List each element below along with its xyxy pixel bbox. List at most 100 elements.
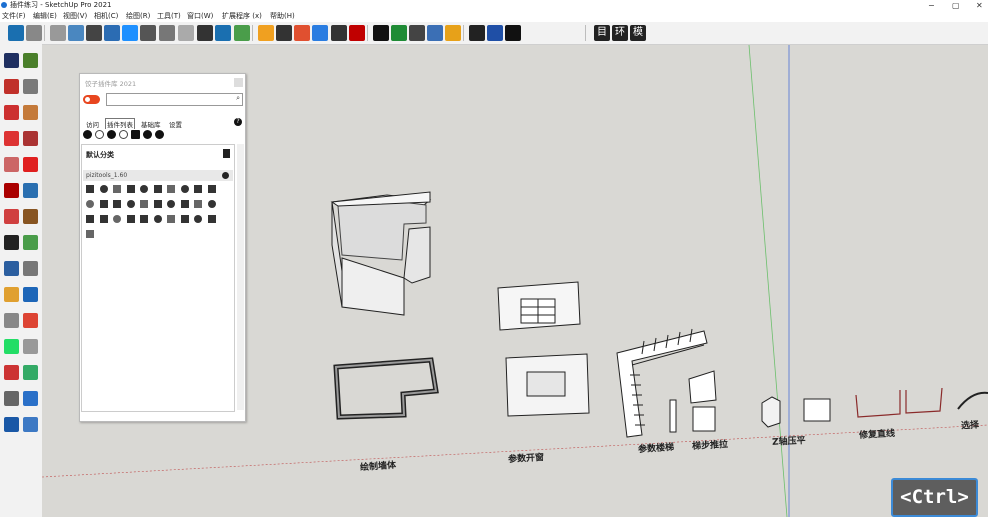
plugin-tool-icon[interactable] <box>194 215 202 223</box>
toolbar-tool-icon[interactable] <box>104 25 120 41</box>
plugin-tool-icon[interactable] <box>153 215 162 223</box>
toolbar-tool-icon[interactable] <box>197 25 213 41</box>
toolbar-text-button[interactable]: 目 <box>594 25 610 41</box>
toolbar-tool-icon[interactable] <box>26 25 42 41</box>
toolbar-tool-icon[interactable] <box>427 25 443 41</box>
close-button[interactable]: ✕ <box>976 0 983 11</box>
toolbar-tool-icon[interactable] <box>140 25 156 41</box>
left-tool-icon[interactable] <box>23 261 38 276</box>
plugin-tool-icon[interactable] <box>99 200 108 208</box>
toolbar-text-button[interactable]: 环 <box>612 25 628 41</box>
toolbar-tool-icon[interactable] <box>122 25 138 41</box>
left-tool-icon[interactable] <box>23 287 38 302</box>
toolbar-tool-icon[interactable] <box>86 25 102 41</box>
left-tool-icon[interactable] <box>4 105 19 120</box>
plugin-tool-icon[interactable] <box>126 200 135 208</box>
plugin-tool-icon[interactable] <box>99 215 108 223</box>
left-tool-icon[interactable] <box>4 131 19 146</box>
toolbar-tool-icon[interactable] <box>349 25 365 41</box>
left-tool-icon[interactable] <box>23 365 38 380</box>
tab-plugin-list[interactable]: 插件列表 <box>105 118 135 129</box>
maximize-button[interactable]: ▢ <box>952 0 960 11</box>
search-input[interactable]: ⌕ <box>106 93 243 106</box>
toolbar-tool-icon[interactable] <box>294 25 310 41</box>
info-icon[interactable] <box>155 130 164 139</box>
plugin-tool-icon[interactable] <box>86 215 94 223</box>
panel-close-button[interactable] <box>234 78 243 87</box>
add-icon[interactable] <box>83 130 92 139</box>
toolbar-tool-icon[interactable] <box>234 25 250 41</box>
left-tool-icon[interactable] <box>4 235 19 250</box>
menu-tools[interactable]: 工具(T) <box>157 11 181 22</box>
left-tool-icon[interactable] <box>4 313 19 328</box>
left-tool-icon[interactable] <box>23 157 38 172</box>
left-tool-icon[interactable] <box>4 417 19 432</box>
toolbar-tool-icon[interactable] <box>331 25 347 41</box>
toolbar-tool-icon[interactable] <box>50 25 66 41</box>
tab-settings[interactable]: 设置 <box>169 119 182 129</box>
plugin-tool-icon[interactable] <box>113 200 121 208</box>
toolbar-tool-icon[interactable] <box>469 25 485 41</box>
plugin-tool-icon[interactable] <box>153 200 162 208</box>
plugin-tool-icon[interactable] <box>99 185 108 193</box>
folder-icon[interactable] <box>131 130 140 139</box>
plugin-tool-icon[interactable] <box>167 185 175 193</box>
plugin-tool-icon[interactable] <box>180 200 189 208</box>
toolbar-tool-icon[interactable] <box>8 25 24 41</box>
menu-draw[interactable]: 绘图(R) <box>126 11 150 22</box>
left-tool-icon[interactable] <box>4 261 19 276</box>
toolbar-tool-icon[interactable] <box>391 25 407 41</box>
plugin-tool-icon[interactable] <box>180 215 189 223</box>
toolbar-text-button[interactable]: 模 <box>630 25 646 41</box>
plugin-tool-icon[interactable] <box>207 200 216 208</box>
left-tool-icon[interactable] <box>23 209 38 224</box>
panel-scrollbar[interactable] <box>237 144 244 410</box>
plugin-tool-icon[interactable] <box>126 185 135 193</box>
refresh-icon[interactable] <box>107 130 116 139</box>
plugin-tool-icon[interactable] <box>86 230 94 238</box>
left-tool-icon[interactable] <box>4 209 19 224</box>
left-tool-icon[interactable] <box>23 313 38 328</box>
plugin-tool-icon[interactable] <box>126 215 135 223</box>
toolbar-tool-icon[interactable] <box>276 25 292 41</box>
enable-toggle[interactable] <box>83 95 100 104</box>
plugin-tool-icon[interactable] <box>86 185 94 193</box>
toolbar-tool-icon[interactable] <box>312 25 328 41</box>
plugin-tool-icon[interactable] <box>180 185 189 193</box>
toolbar-tool-icon[interactable] <box>373 25 389 41</box>
left-tool-icon[interactable] <box>23 105 38 120</box>
toolbar-tool-icon[interactable] <box>505 25 521 41</box>
tab-access[interactable]: 访问 <box>86 119 99 129</box>
toolbar-tool-icon[interactable] <box>258 25 274 41</box>
menu-extensions[interactable]: 扩展程序 (x) <box>222 11 262 22</box>
left-tool-icon[interactable] <box>4 53 19 68</box>
plugin-tool-icon[interactable] <box>140 215 148 223</box>
left-tool-icon[interactable] <box>4 391 19 406</box>
plugin-tool-icon[interactable] <box>113 215 121 223</box>
left-tool-icon[interactable] <box>4 287 19 302</box>
toolbar-tool-icon[interactable] <box>487 25 503 41</box>
toolbar-tool-icon[interactable] <box>409 25 425 41</box>
left-tool-icon[interactable] <box>23 53 38 68</box>
left-tool-icon[interactable] <box>23 339 38 354</box>
menu-help[interactable]: 帮助(H) <box>270 11 295 22</box>
menu-window[interactable]: 窗口(W) <box>187 11 213 22</box>
search-icon[interactable]: ⌕ <box>236 94 240 103</box>
plugin-tool-icon[interactable] <box>153 185 162 193</box>
plugin-tool-icon[interactable] <box>167 215 175 223</box>
plugin-check-icon[interactable] <box>222 172 229 179</box>
upload-icon[interactable] <box>119 130 128 139</box>
plugin-tool-icon[interactable] <box>86 200 94 208</box>
left-tool-icon[interactable] <box>4 183 19 198</box>
help-icon[interactable]: ? <box>234 118 242 126</box>
plugin-tool-icon[interactable] <box>207 215 216 223</box>
settings-icon[interactable] <box>143 130 152 139</box>
left-tool-icon[interactable] <box>23 79 38 94</box>
toolbar-tool-icon[interactable] <box>159 25 175 41</box>
tab-base-library[interactable]: 基础库 <box>141 119 161 129</box>
left-tool-icon[interactable] <box>4 157 19 172</box>
menu-camera[interactable]: 相机(C) <box>94 11 118 22</box>
left-tool-icon[interactable] <box>4 79 19 94</box>
plugin-tool-icon[interactable] <box>194 185 202 193</box>
collapse-icon[interactable] <box>95 130 104 139</box>
